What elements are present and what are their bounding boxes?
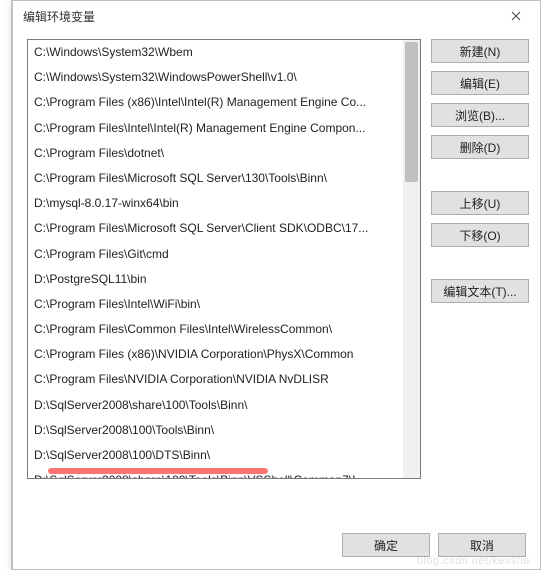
list-item[interactable]: D:\SqlServer2008\100\Tools\Binn\ <box>28 418 403 443</box>
background-window-strip <box>0 0 12 570</box>
list-item[interactable]: C:\Program Files\NVIDIA Corporation\NVID… <box>28 367 403 392</box>
scrollbar-vertical[interactable] <box>403 40 420 478</box>
list-item[interactable]: C:\Program Files\Git\cmd <box>28 242 403 267</box>
edit-env-var-dialog: 编辑环境变量 C:\Windows\System32\WbemC:\Window… <box>12 0 541 570</box>
list-item[interactable]: C:\Program Files (x86)\Intel\Intel(R) Ma… <box>28 90 403 115</box>
list-item[interactable]: C:\Program Files\Intel\Intel(R) Manageme… <box>28 116 403 141</box>
list-item[interactable]: D:\mysql-8.0.17-winx64\bin <box>28 191 403 216</box>
edittext-button[interactable]: 编辑文本(T)... <box>431 279 529 303</box>
dialog-footer: 确定 取消 <box>342 533 526 557</box>
annotation-underline <box>48 468 268 474</box>
list-item[interactable]: C:\Program Files\dotnet\ <box>28 141 403 166</box>
cancel-button[interactable]: 取消 <box>438 533 526 557</box>
list-item[interactable]: C:\Program Files\Microsoft SQL Server\Cl… <box>28 216 403 241</box>
list-item[interactable]: C:\Windows\System32\Wbem <box>28 40 403 65</box>
ok-button[interactable]: 确定 <box>342 533 430 557</box>
side-buttons: 新建(N) 编辑(E) 浏览(B)... 删除(D) 上移(U) 下移(O) 编… <box>431 39 529 479</box>
scroll-thumb[interactable] <box>405 42 418 182</box>
delete-button[interactable]: 删除(D) <box>431 135 529 159</box>
list-item[interactable]: D:\PostgreSQL11\bin <box>28 267 403 292</box>
dialog-title: 编辑环境变量 <box>23 8 95 25</box>
list-item[interactable]: C:\Program Files\Intel\WiFi\bin\ <box>28 292 403 317</box>
path-listbox[interactable]: C:\Windows\System32\WbemC:\Windows\Syste… <box>27 39 421 479</box>
browse-button[interactable]: 浏览(B)... <box>431 103 529 127</box>
titlebar: 编辑环境变量 <box>13 1 540 31</box>
list-item[interactable]: C:\Program Files (x86)\NVIDIA Corporatio… <box>28 342 403 367</box>
list-item[interactable]: C:\Windows\System32\WindowsPowerShell\v1… <box>28 65 403 90</box>
movedown-button[interactable]: 下移(O) <box>431 223 529 247</box>
edit-button[interactable]: 编辑(E) <box>431 71 529 95</box>
list-item[interactable]: C:\Program Files\Common Files\Intel\Wire… <box>28 317 403 342</box>
list-item[interactable]: D:\SqlServer2008\share\100\Tools\Binn\ <box>28 393 403 418</box>
list-inner: C:\Windows\System32\WbemC:\Windows\Syste… <box>28 40 403 478</box>
new-button[interactable]: 新建(N) <box>431 39 529 63</box>
list-item[interactable]: D:\SqlServer2008\100\DTS\Binn\ <box>28 443 403 468</box>
close-icon <box>511 11 521 21</box>
moveup-button[interactable]: 上移(U) <box>431 191 529 215</box>
list-item[interactable]: C:\Program Files\Microsoft SQL Server\13… <box>28 166 403 191</box>
close-button[interactable] <box>500 4 532 28</box>
watermark-text: blog.csdn.net/kesshe <box>417 555 530 567</box>
dialog-body: C:\Windows\System32\WbemC:\Windows\Syste… <box>13 31 540 479</box>
